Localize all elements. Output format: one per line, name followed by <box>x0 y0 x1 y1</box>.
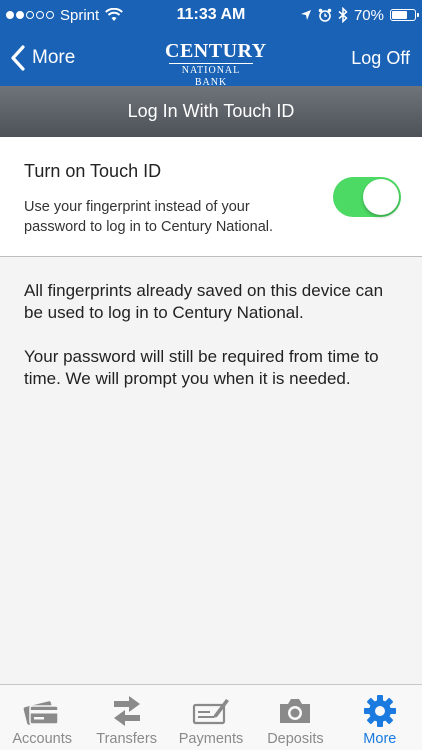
page-title: Log In With Touch ID <box>0 86 422 137</box>
transfer-arrows-icon <box>107 693 147 729</box>
battery-icon <box>390 9 419 21</box>
location-arrow-icon <box>300 10 311 20</box>
tab-transfers[interactable]: Transfers <box>84 685 168 750</box>
signal-dot <box>46 11 54 19</box>
chevron-left-icon <box>11 45 25 71</box>
gear-icon <box>360 693 400 729</box>
signal-dot <box>16 11 24 19</box>
back-button-label: More <box>32 47 76 68</box>
tab-payments[interactable]: Payments <box>169 685 253 750</box>
bluetooth-icon <box>338 7 348 23</box>
back-button[interactable]: More <box>10 30 75 86</box>
info-paragraph-2: Your password will still be required fro… <box>24 347 379 388</box>
log-off-button[interactable]: Log Off <box>351 30 410 86</box>
camera-icon <box>275 693 315 729</box>
tab-deposits[interactable]: Deposits <box>253 685 337 750</box>
touch-id-toggle[interactable] <box>333 177 401 217</box>
toggle-knob <box>363 179 399 215</box>
nav-bar: More CENTURY NATIONAL BANK Log Off <box>0 30 422 88</box>
wifi-icon <box>105 8 124 21</box>
battery-fill <box>392 11 407 19</box>
tab-more[interactable]: More <box>338 685 422 750</box>
signal-dot <box>26 11 34 19</box>
signal-dot <box>6 11 14 19</box>
alarm-clock-icon <box>318 8 332 22</box>
battery-percent: 70% <box>353 6 384 24</box>
logo-rule <box>169 63 253 64</box>
century-national-bank-logo: CENTURY NATIONAL BANK <box>165 40 267 88</box>
signal-strength-icon <box>6 11 54 19</box>
status-right: 70% <box>300 0 419 30</box>
status-left: Sprint <box>6 0 124 30</box>
tab-transfers-label: Transfers <box>96 731 157 747</box>
signal-dot <box>36 11 44 19</box>
tab-more-label: More <box>363 731 397 747</box>
tab-bar: Accounts Transfers Payments Deposits Mor… <box>0 684 422 750</box>
check-pen-icon <box>191 693 231 729</box>
tab-deposits-label: Deposits <box>267 731 324 747</box>
tab-payments-label: Payments <box>178 731 244 747</box>
touch-id-title: Turn on Touch ID <box>24 161 162 181</box>
tab-accounts-label: Accounts <box>12 731 73 747</box>
touch-id-description: Use your fingerprint instead of your pas… <box>24 199 274 235</box>
carrier-name: Sprint <box>60 6 100 24</box>
info-paragraph-1: All fingerprints already saved on this d… <box>24 281 384 322</box>
logo-top-text: CENTURY <box>165 40 267 62</box>
touch-id-setting-row: Turn on Touch ID Use your fingerprint in… <box>0 137 422 257</box>
touch-id-info: All fingerprints already saved on this d… <box>24 280 404 412</box>
status-bar: Sprint 11:33 AM 70% <box>0 0 422 30</box>
credit-card-icon <box>22 693 62 729</box>
tab-accounts[interactable]: Accounts <box>0 685 84 750</box>
